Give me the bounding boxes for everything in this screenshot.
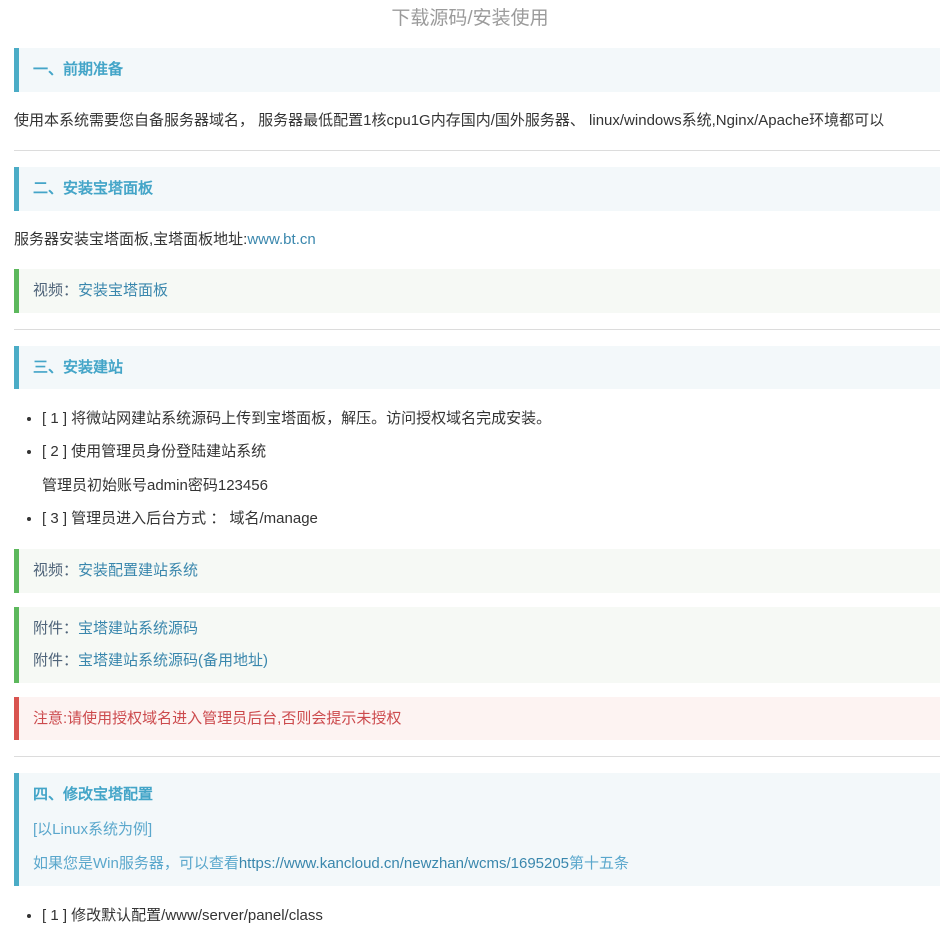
step-3-text: [ 3 ] 管理员进入后台方式 ： 域名/manage bbox=[42, 510, 318, 527]
section-2-heading: 二、安装宝塔面板 bbox=[33, 180, 153, 197]
list-item-config-1: [ 1 ] 修改默认配置/www/server/panel/class bbox=[42, 906, 940, 926]
video-label: 视频： bbox=[33, 282, 78, 299]
section-3-heading-callout: 三、安装建站 bbox=[14, 346, 940, 390]
step-1-text: [ 1 ] 将微站网建站系统源码上传到宝塔面板，解压。访问授权域名完成安装。 bbox=[42, 410, 551, 427]
config-1-text: [ 1 ] 修改默认配置/www/server/panel/class bbox=[42, 907, 323, 924]
video-link-install-panel[interactable]: 安装宝塔面板 bbox=[78, 282, 168, 299]
attachment-label: 附件： bbox=[33, 620, 78, 637]
warning-callout: 注意:请使用授权域名进入管理员后台,否则会提示未授权 bbox=[14, 697, 940, 741]
video-label: 视频： bbox=[33, 562, 78, 579]
section-2-heading-callout: 二、安装宝塔面板 bbox=[14, 167, 940, 211]
list-item-step-1: [ 1 ] 将微站网建站系统源码上传到宝塔面板，解压。访问授权域名完成安装。 bbox=[42, 409, 940, 429]
divider bbox=[14, 150, 940, 151]
attachment-row-1: 附件：宝塔建站系统源码 bbox=[33, 619, 926, 639]
section-4-heading: 四、修改宝塔配置 bbox=[33, 785, 926, 805]
attachment-callout: 附件：宝塔建站系统源码 附件：宝塔建站系统源码(备用地址) bbox=[14, 607, 940, 683]
attachment-row-2: 附件：宝塔建站系统源码(备用地址) bbox=[33, 651, 926, 671]
list-item-step-3: [ 3 ] 管理员进入后台方式 ： 域名/manage bbox=[42, 509, 940, 529]
step-2-subtext: 管理员初始账号admin密码123456 bbox=[42, 476, 940, 496]
install-steps-list: [ 1 ] 将微站网建站系统源码上传到宝塔面板，解压。访问授权域名完成安装。 [… bbox=[14, 409, 940, 529]
section-4-note: [以Linux系统为例] bbox=[33, 820, 926, 840]
section-4-win-note: 如果您是Win服务器，可以查看https://www.kancloud.cn/n… bbox=[33, 854, 926, 874]
attachment-label: 附件： bbox=[33, 652, 78, 669]
section-4-callout: 四、修改宝塔配置 [以Linux系统为例] 如果您是Win服务器，可以查看htt… bbox=[14, 773, 940, 886]
divider bbox=[14, 329, 940, 330]
section-2-paragraph-text: 服务器安装宝塔面板,宝塔面板地址: bbox=[14, 231, 247, 248]
document-page: 下载源码/安装使用 一、前期准备 使用本系统需要您自备服务器域名， 服务器最低配… bbox=[0, 0, 940, 926]
divider bbox=[14, 756, 940, 757]
video-callout-install-panel: 视频：安装宝塔面板 bbox=[14, 269, 940, 313]
config-steps-list: [ 1 ] 修改默认配置/www/server/panel/class bbox=[14, 906, 940, 926]
section-1-paragraph: 使用本系统需要您自备服务器域名， 服务器最低配置1核cpu1G内存国内/国外服务… bbox=[14, 110, 940, 133]
page-content: 一、前期准备 使用本系统需要您自备服务器域名， 服务器最低配置1核cpu1G内存… bbox=[14, 48, 940, 926]
warning-text: 注意:请使用授权域名进入管理员后台,否则会提示未授权 bbox=[33, 710, 401, 727]
section-1-heading-callout: 一、前期准备 bbox=[14, 48, 940, 92]
page-title: 下载源码/安装使用 bbox=[0, 0, 940, 30]
video-callout-install-site: 视频：安装配置建站系统 bbox=[14, 549, 940, 593]
bt-panel-link[interactable]: www.bt.cn bbox=[247, 231, 315, 248]
section-1-heading: 一、前期准备 bbox=[33, 61, 123, 78]
attachment-link-source-backup[interactable]: 宝塔建站系统源码(备用地址) bbox=[78, 652, 268, 669]
attachment-link-source[interactable]: 宝塔建站系统源码 bbox=[78, 620, 198, 637]
step-2-text: [ 2 ] 使用管理员身份登陆建站系统 bbox=[42, 442, 940, 462]
section-3-heading: 三、安装建站 bbox=[33, 359, 123, 376]
video-link-install-site[interactable]: 安装配置建站系统 bbox=[78, 562, 198, 579]
list-item-step-2: [ 2 ] 使用管理员身份登陆建站系统 管理员初始账号admin密码123456 bbox=[42, 442, 940, 496]
section-2-paragraph: 服务器安装宝塔面板,宝塔面板地址:www.bt.cn bbox=[14, 229, 940, 252]
